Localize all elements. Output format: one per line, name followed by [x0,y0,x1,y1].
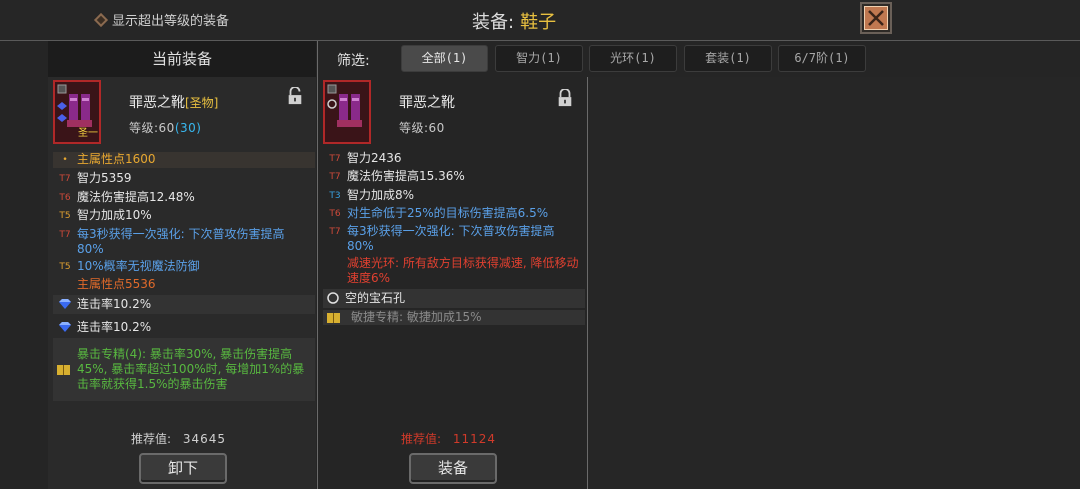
item-name-text: 罪恶之靴 [129,95,185,111]
tier-label [53,277,77,292]
gem-icon [59,299,71,309]
stat-row: T7 智力2436 [323,151,585,167]
title-label: 装备: [472,12,515,33]
socket-row: 空的宝石孔 [323,289,585,308]
tier-label: T7 [329,172,341,182]
level-extra: (30) [174,121,202,135]
relic-badge: 圣一 [78,128,98,139]
item-tag: [圣物] [185,96,219,110]
gem-icon [59,322,71,332]
gem-text: 连击率10.2% [77,320,152,334]
score-value: 34645 [182,432,227,446]
stat-text: 智力加成10% [77,208,152,222]
equip-button[interactable]: 装备 [409,453,497,484]
stat-text: 每3秒获得一次强化: 下次普攻伤害提高80% [347,224,555,253]
unlock-icon[interactable] [287,86,303,108]
book-icon [327,313,340,323]
tier-label: T6 [59,193,71,203]
tab-aura[interactable]: 光环(1) [589,45,677,72]
tier-label: T5 [59,262,71,272]
right-score: 推荐值: 11124 [401,430,496,447]
stat-text: 对生命低于25%的目标伤害提高6.5% [347,206,549,220]
show-over-level-label: 显示超出等级的装备 [112,14,230,29]
current-item-name: 罪恶之靴[圣物] [129,92,218,112]
score-label: 推荐值: [401,432,442,446]
set-bonus-row: 暴击专精(4): 暴击率30%, 暴击伤害提高45%, 暴击率超过100%时, … [53,338,315,401]
stat-row: T6 对生命低于25%的目标伤害提高6.5% [323,206,585,222]
gem-row: 连击率10.2% [53,318,315,337]
set-bonus-row: 敏捷专精: 敏捷加成15% [323,310,585,325]
stat-row: T3 智力加成8% [323,188,585,204]
tier-label: T7 [59,174,71,184]
stat-row: T7 每3秒获得一次强化: 下次普攻伤害提高80% [323,224,585,254]
stat-row: T6 魔法伤害提高12.48% [53,190,315,206]
tier-label: T5 [59,211,71,221]
tab-set[interactable]: 套装(1) [684,45,772,72]
tier-label: T7 [59,230,71,240]
aura-text: 减速光环: 所有敌方目标获得减速, 降低移动速度6% [347,256,579,285]
candidate-item-level: 等级:60 [399,121,445,135]
stat-row: T7 每3秒获得一次强化: 下次普攻伤害提高80% [53,227,315,257]
stat-text: 智力2436 [347,151,402,165]
score-value: 11124 [452,432,497,446]
title-value: 鞋子 [520,12,557,33]
close-icon[interactable] [864,6,888,30]
gem-row: 连击率10.2% [53,295,315,314]
stat-text: 每3秒获得一次强化: 下次普攻伤害提高80% [77,227,285,256]
current-equipment-header: 当前装备 [48,41,316,77]
unequip-button[interactable]: 卸下 [139,453,227,484]
stat-text: 魔法伤害提高12.48% [77,190,195,204]
stat-text: 智力加成8% [347,188,415,202]
tab-all[interactable]: 全部(1) [401,45,488,72]
stat-text: 主属性点5536 [77,277,156,291]
stat-row: • 主属性点1600 [53,152,315,168]
candidate-item-icon[interactable] [323,80,371,144]
tier-label: T6 [329,209,341,219]
score-label: 推荐值: [131,432,172,446]
stat-row: T5 智力加成10% [53,208,315,224]
tier-label: T7 [329,227,341,237]
close-button[interactable] [860,2,892,34]
show-over-level-toggle[interactable]: 显示超出等级的装备 [93,10,230,29]
stat-row: T7 魔法伤害提高15.36% [323,169,585,185]
stat-text: 魔法伤害提高15.36% [347,169,465,183]
tier-label: T7 [329,154,341,164]
stat-text: 10%概率无视魔法防御 [77,259,200,273]
current-item-level: 等级:60(30) [129,119,201,136]
item-list-empty-area [588,77,1080,489]
tier-label: T3 [329,191,341,201]
boots-icon [327,84,362,127]
tab-tier-6-7[interactable]: 6/7阶(1) [778,45,866,72]
stat-row: T7 智力5359 [53,171,315,187]
socket-text: 空的宝石孔 [345,291,406,305]
stat-text: 主属性点1600 [77,152,156,166]
tier-label: • [62,155,68,165]
candidate-item-stats: T7 智力2436 T7 魔法伤害提高15.36% T3 智力加成8% T6 对… [323,151,585,331]
stat-row: T5 10%概率无视魔法防御 [53,259,315,275]
tab-intelligence[interactable]: 智力(1) [495,45,583,72]
book-icon [57,364,70,375]
current-item-stats: • 主属性点1600 T7 智力5359 T6 魔法伤害提高12.48% T5 … [53,152,315,402]
lock-icon[interactable] [557,88,573,110]
panel-divider [317,41,318,489]
candidate-item-name: 罪恶之靴 [399,95,455,111]
gem-text: 连击率10.2% [77,297,152,311]
diamond-checkbox-icon[interactable] [93,12,109,27]
stat-row: 主属性点5536 [53,277,315,292]
aura-row: 减速光环: 所有敌方目标获得减速, 降低移动速度6% [323,256,585,286]
empty-socket-icon [327,292,339,304]
level-text: 等级:60 [129,121,175,135]
filter-label: 筛选: [337,53,370,69]
stat-text: 智力5359 [77,171,132,185]
left-score: 推荐值: 34645 [131,430,226,447]
page-title: 装备: 鞋子 [472,8,556,34]
set-bonus-text: 暴击专精(4): 暴击率30%, 暴击伤害提高45%, 暴击率超过100%时, … [77,347,305,391]
set-bonus-text: 敏捷专精: 敏捷加成15% [351,310,482,324]
